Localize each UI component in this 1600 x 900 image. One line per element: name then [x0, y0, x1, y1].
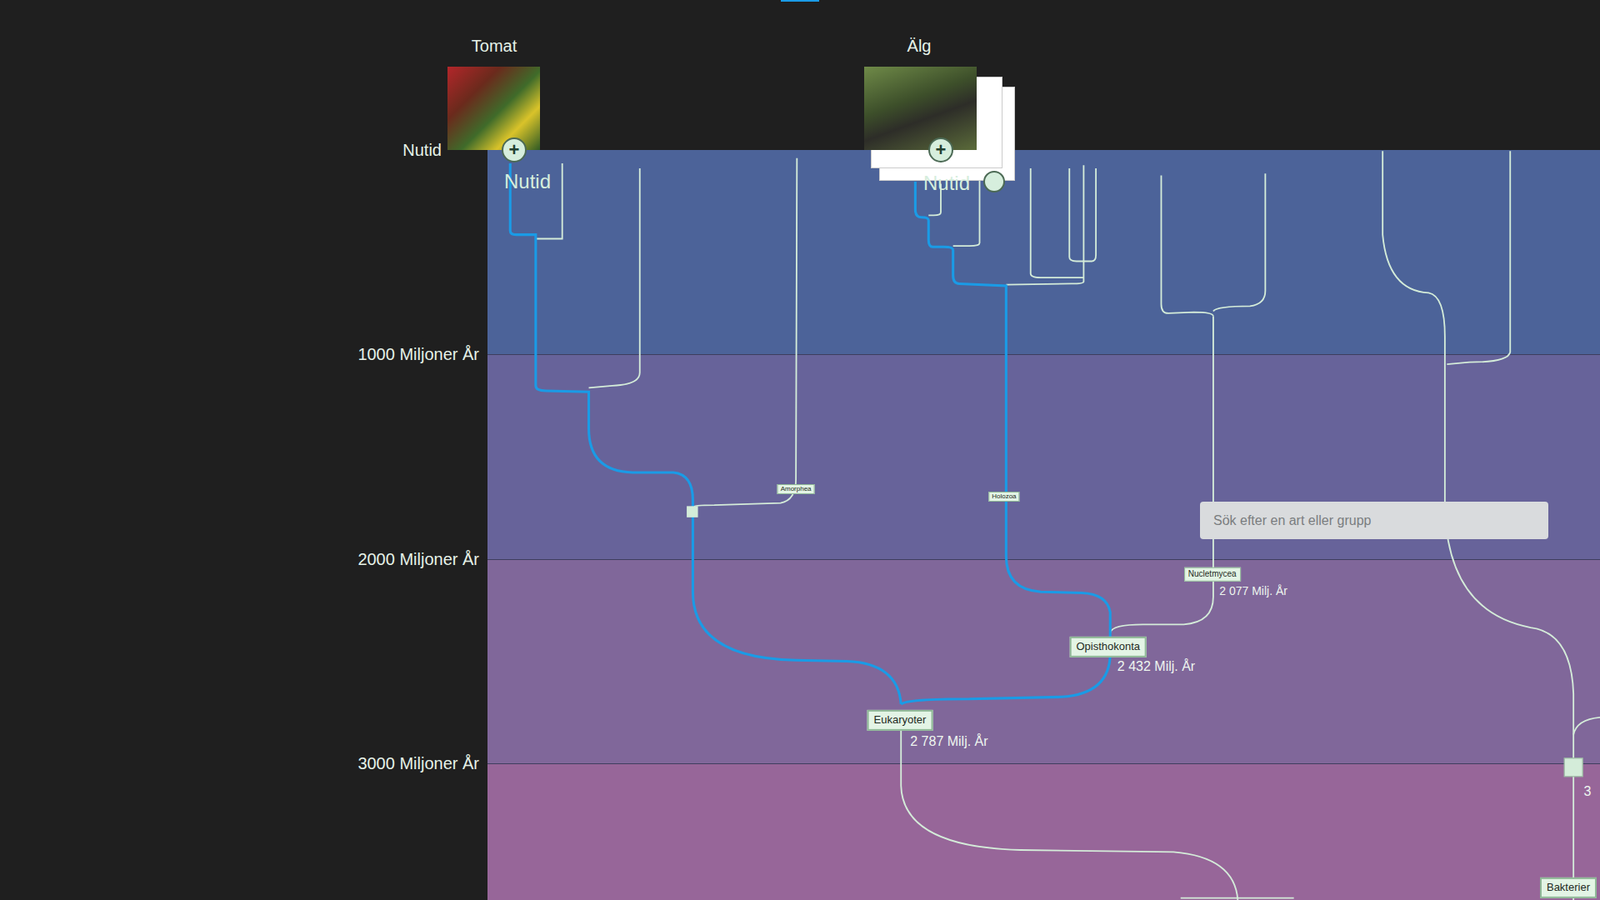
time-label: Nutid — [504, 166, 551, 197]
time-band — [487, 763, 1600, 900]
node-label[interactable]: Nucletmycea — [1184, 567, 1241, 582]
tree-diagram — [0, 0, 1600, 900]
top-indicator — [780, 0, 820, 2]
tree-of-life-page: Nutid 1000 Miljoner År 2000 Miljoner År 300… — [0, 0, 1600, 900]
axis-label: Nutid — [402, 137, 442, 163]
node-label[interactable]: Eukaryoter — [867, 710, 934, 730]
tree-branch — [1069, 168, 1096, 261]
axis-label: 1000 Miljoner År — [357, 341, 480, 367]
species-name: Tomat — [460, 33, 528, 59]
tree-branch — [692, 158, 797, 508]
highlighted-branch — [510, 163, 901, 705]
time-axis — [0, 150, 488, 900]
time-band — [487, 150, 1600, 355]
expand-button[interactable]: + — [928, 137, 954, 163]
time-band — [487, 559, 1600, 764]
tree-branch — [1160, 175, 1213, 317]
node-age: 3 — [1583, 781, 1591, 802]
tree-branch — [1573, 717, 1600, 735]
axis-label: 3000 Miljoner År — [357, 750, 480, 776]
tree-branch — [1030, 168, 1085, 278]
species-photo[interactable] — [864, 66, 977, 150]
tree-branch — [1180, 897, 1295, 900]
tree-branch — [900, 724, 1238, 900]
node-age: 2 432 Milj. År — [1117, 656, 1195, 677]
collapse-dot[interactable] — [983, 170, 1005, 193]
node-age: 2 077 Milj. År — [1219, 581, 1288, 600]
highlighted-branch — [900, 181, 1110, 705]
axis-label: 2000 Miljoner År — [357, 546, 480, 572]
time-label: Nutid — [923, 168, 970, 199]
node-label[interactable]: Bakterier — [1540, 877, 1597, 898]
tree-branch — [1213, 173, 1265, 311]
node-label[interactable]: Holozoa — [988, 491, 1020, 502]
node-age: 2 787 Milj. År — [910, 731, 988, 752]
node-label[interactable]: Amorphea — [777, 484, 815, 495]
node-label[interactable]: Opisthokonta — [1069, 636, 1147, 657]
tree-branch — [1110, 316, 1214, 634]
search-field[interactable] — [1200, 501, 1549, 540]
species-name: Älg — [885, 33, 953, 59]
node-marker[interactable] — [686, 505, 698, 517]
tree-branch — [1446, 150, 1510, 365]
expand-button[interactable]: + — [501, 137, 527, 163]
node-marker[interactable] — [1564, 758, 1583, 777]
species-photo[interactable] — [447, 66, 540, 150]
tree-branch — [589, 168, 640, 388]
tree-branch — [1005, 165, 1084, 285]
